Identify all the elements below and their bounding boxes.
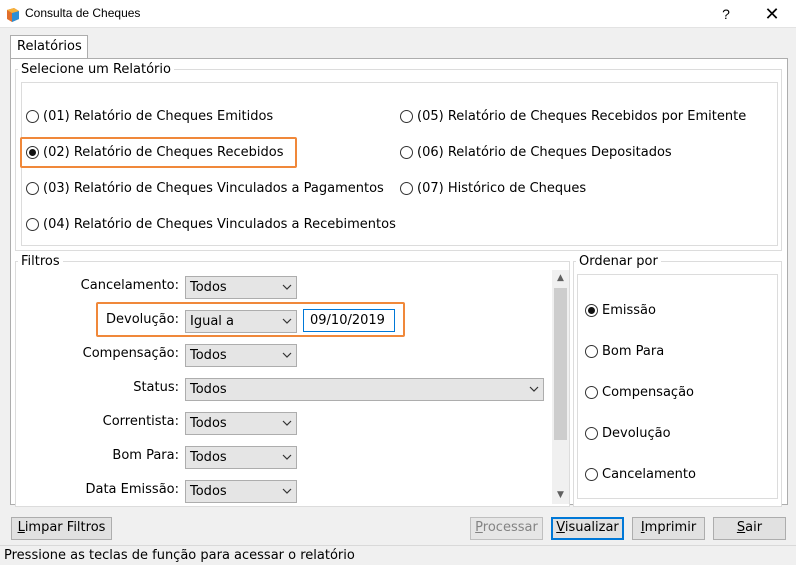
data-emissao-select[interactable]: Todos xyxy=(185,480,297,503)
tab-label: Relatórios xyxy=(17,39,82,54)
scroll-down-arrow[interactable]: ▼ xyxy=(552,487,569,504)
clear-filters-label: impar Filtros xyxy=(24,520,106,535)
status-value: Todos xyxy=(190,382,227,397)
cancelamento-label: Cancelamento: xyxy=(80,278,179,293)
correntista-select[interactable]: Todos xyxy=(185,412,297,435)
exit-button[interactable]: Sair xyxy=(713,517,786,540)
radio-circle xyxy=(26,182,39,195)
order-option-devolucao[interactable]: Devolução xyxy=(585,426,671,441)
report-option-label: (01) Relatório de Cheques Emitidos xyxy=(43,109,274,124)
data-emissao-label: Data Emissão: xyxy=(85,482,179,497)
report-option-04[interactable]: (04) Relatório de Cheques Vinculados a R… xyxy=(26,217,396,232)
cancelamento-value: Todos xyxy=(190,280,227,295)
radio-circle-checked xyxy=(585,304,598,317)
data-emissao-value: Todos xyxy=(190,484,227,499)
status-bar-text: Pressione as teclas de função para acess… xyxy=(4,548,355,563)
order-option-bom-para[interactable]: Bom Para xyxy=(585,344,664,359)
radio-circle xyxy=(26,218,39,231)
bom-para-label: Bom Para: xyxy=(112,448,179,463)
process-button[interactable]: Processar xyxy=(470,517,543,540)
exit-label: air xyxy=(745,520,763,535)
correntista-label: Correntista: xyxy=(102,414,179,429)
reports-group-legend: Selecione um Relatório xyxy=(18,62,174,77)
process-label: rocessar xyxy=(482,520,538,535)
clear-filters-accesskey: L xyxy=(17,520,25,535)
compensacao-label: Compensação: xyxy=(82,346,179,361)
chevron-down-icon xyxy=(282,420,292,426)
window-title: Consulta de Cheques xyxy=(25,6,141,20)
chevron-down-icon xyxy=(282,454,292,460)
report-option-label: (06) Relatório de Cheques Depositados xyxy=(417,145,672,160)
view-label: isualizar xyxy=(564,520,619,535)
close-button[interactable]: ✕ xyxy=(757,3,787,25)
order-option-label: Emissão xyxy=(602,303,656,318)
report-option-05[interactable]: (05) Relatório de Cheques Recebidos por … xyxy=(400,109,746,124)
order-option-label: Compensação xyxy=(602,385,694,400)
radio-circle xyxy=(400,146,413,159)
status-bar: Pressione as teclas de função para acess… xyxy=(0,545,796,565)
chevron-down-icon xyxy=(529,386,539,392)
tab-relatorios[interactable]: Relatórios xyxy=(10,35,88,59)
status-select[interactable]: Todos xyxy=(185,378,544,401)
bom-para-select[interactable]: Todos xyxy=(185,446,297,469)
order-option-emissao[interactable]: Emissão xyxy=(585,303,656,318)
exit-accesskey: S xyxy=(736,520,746,535)
radio-circle xyxy=(585,468,598,481)
radio-circle xyxy=(585,386,598,399)
filters-group-legend: Filtros xyxy=(18,254,63,269)
bom-para-value: Todos xyxy=(190,450,227,465)
cancelamento-select[interactable]: Todos xyxy=(185,276,297,299)
compensacao-value: Todos xyxy=(190,348,227,363)
clear-filters-button[interactable]: Limpar Filtros xyxy=(11,517,112,540)
scroll-up-arrow[interactable]: ▲ xyxy=(552,270,569,287)
app-icon xyxy=(7,8,19,22)
report-option-label: (04) Relatório de Cheques Vinculados a R… xyxy=(43,217,396,232)
view-button[interactable]: Visualizar xyxy=(551,517,624,540)
help-button[interactable]: ? xyxy=(711,3,741,25)
report-option-01[interactable]: (01) Relatório de Cheques Emitidos xyxy=(26,109,273,124)
radio-circle xyxy=(585,427,598,440)
report-option-03[interactable]: (03) Relatório de Cheques Vinculados a P… xyxy=(26,181,384,196)
order-option-label: Cancelamento xyxy=(602,467,696,482)
radio-circle xyxy=(400,182,413,195)
print-button[interactable]: Imprimir xyxy=(632,517,705,540)
order-by-legend: Ordenar por xyxy=(576,254,661,269)
print-label: mprimir xyxy=(644,520,697,535)
report-option-label: (03) Relatório de Cheques Vinculados a P… xyxy=(43,181,384,196)
radio-circle xyxy=(585,345,598,358)
process-accesskey: P xyxy=(475,520,483,535)
chevron-down-icon xyxy=(282,488,292,494)
correntista-value: Todos xyxy=(190,416,227,431)
radio-circle xyxy=(400,110,413,123)
devolucao-highlight xyxy=(96,302,405,337)
radio-circle xyxy=(26,110,39,123)
order-option-label: Bom Para xyxy=(602,344,665,359)
report-02-highlight xyxy=(20,137,297,168)
report-option-label: (07) Histórico de Cheques xyxy=(417,181,587,196)
status-label: Status: xyxy=(133,380,179,395)
report-option-07[interactable]: (07) Histórico de Cheques xyxy=(400,181,586,196)
scroll-thumb[interactable] xyxy=(554,288,567,440)
chevron-down-icon xyxy=(282,284,292,290)
report-option-label: (05) Relatório de Cheques Recebidos por … xyxy=(417,109,747,124)
compensacao-select[interactable]: Todos xyxy=(185,344,297,367)
chevron-down-icon xyxy=(282,352,292,358)
order-option-compensacao[interactable]: Compensação xyxy=(585,385,694,400)
report-option-06[interactable]: (06) Relatório de Cheques Depositados xyxy=(400,145,672,160)
order-option-cancelamento[interactable]: Cancelamento xyxy=(585,467,696,482)
title-bar: Consulta de Cheques ? ✕ xyxy=(0,0,796,28)
view-accesskey: V xyxy=(556,520,565,535)
order-option-label: Devolução xyxy=(602,426,671,441)
